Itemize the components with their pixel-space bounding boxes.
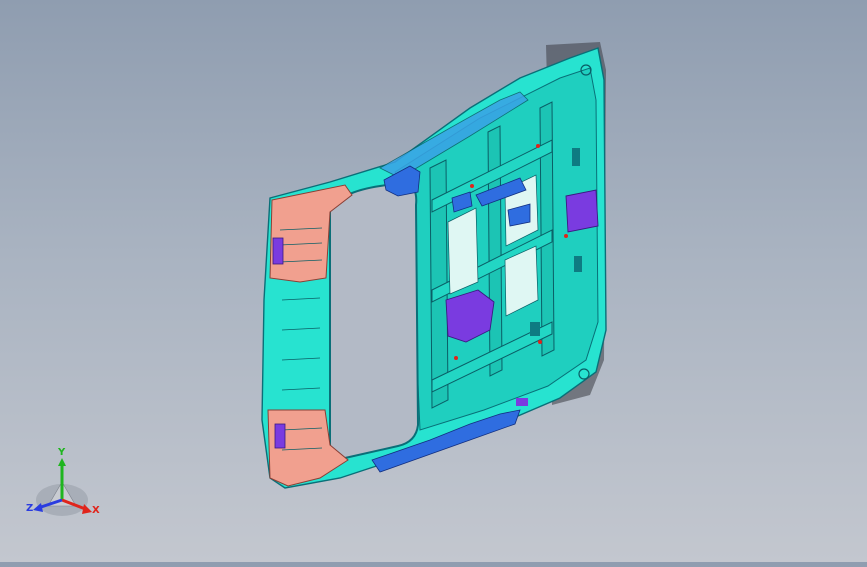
left-lower-hinge-pad <box>274 423 286 449</box>
cad-viewport[interactable]: Y X Z <box>0 0 867 562</box>
model-canvas[interactable] <box>0 0 867 562</box>
bottom-purple-clip <box>516 398 528 406</box>
x-axis-label: X <box>92 505 100 516</box>
orientation-triad[interactable]: Y X Z <box>22 446 106 526</box>
window-opening <box>329 180 420 460</box>
y-axis-label: Y <box>58 447 66 458</box>
right-purple-hinge-block <box>565 189 599 233</box>
tailgate-panel[interactable] <box>261 47 607 489</box>
z-axis-label: Z <box>26 503 34 514</box>
y-axis-arrowhead <box>58 458 66 466</box>
left-upper-hinge-pad <box>272 237 284 265</box>
